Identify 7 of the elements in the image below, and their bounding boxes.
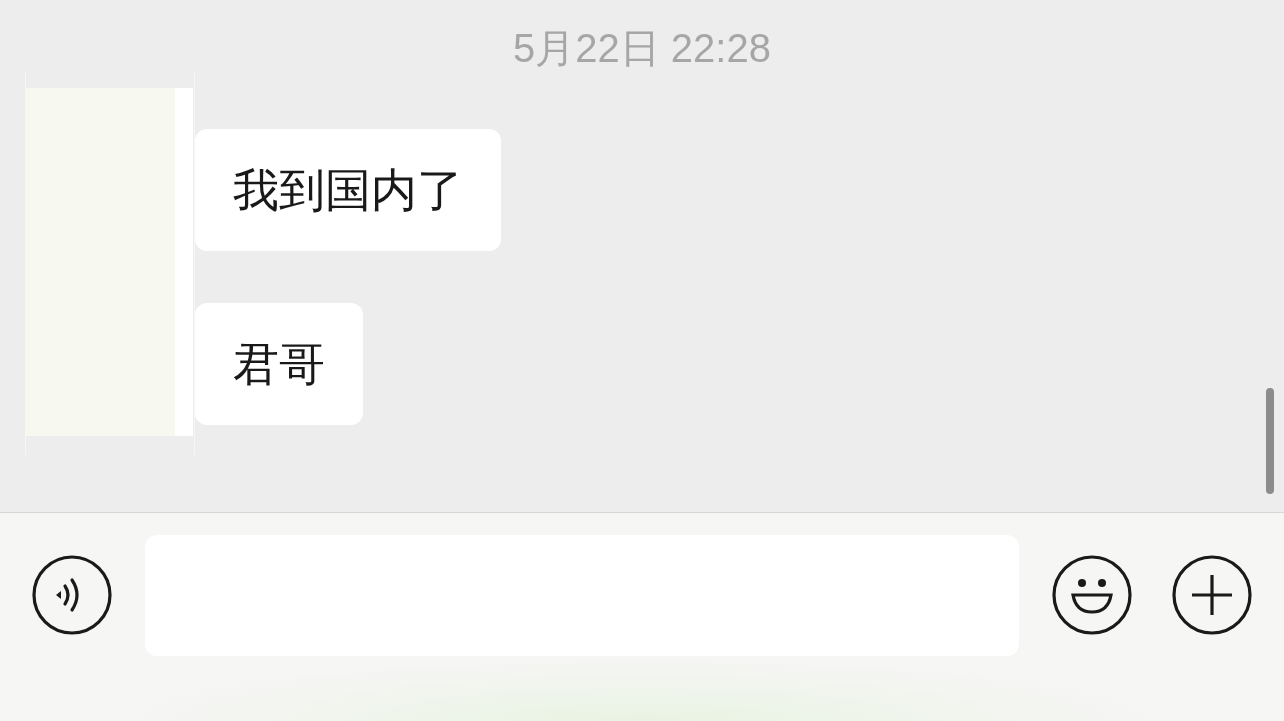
message-bubble: 我到国内了 (195, 129, 501, 251)
add-icon[interactable] (1172, 555, 1252, 635)
scrollbar[interactable] (1266, 388, 1274, 494)
emoji-icon[interactable] (1052, 555, 1132, 635)
message-bubble: 君哥 (195, 303, 363, 425)
timestamp: 5月22日 22:28 (513, 25, 771, 72)
voice-icon[interactable] (32, 555, 112, 635)
